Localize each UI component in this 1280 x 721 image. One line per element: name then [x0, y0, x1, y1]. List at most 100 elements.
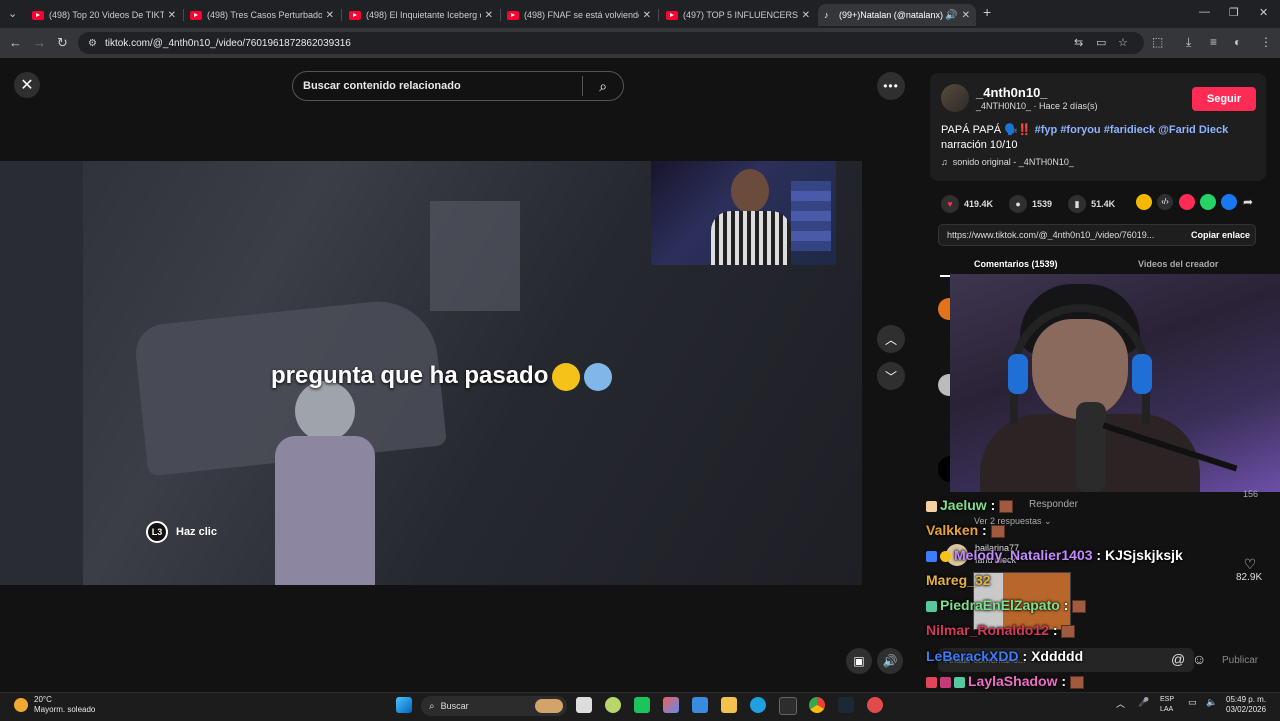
- author-username[interactable]: _4nth0n10_: [976, 85, 1048, 100]
- close-tab-icon[interactable]: ✕: [168, 10, 176, 21]
- media-icon[interactable]: ≡: [1210, 35, 1217, 49]
- comment-button[interactable]: ● 1539: [1009, 195, 1052, 213]
- minimize-icon[interactable]: —: [1199, 6, 1210, 18]
- follow-button[interactable]: Seguir: [1192, 87, 1256, 111]
- tab-creator-videos[interactable]: Videos del creador: [1138, 259, 1218, 269]
- bookmark-icon: ▮: [1068, 195, 1087, 213]
- store-icon[interactable]: [692, 697, 708, 713]
- chat-line: Jaeluw :: [926, 497, 1014, 513]
- browser-tab-3[interactable]: (498) El Inquietante Iceberg de ✕: [343, 4, 499, 26]
- close-video-button[interactable]: ✕: [14, 72, 40, 98]
- close-tab-icon[interactable]: ✕: [643, 10, 651, 21]
- comment-icon: ●: [1009, 195, 1028, 213]
- share-arrow-icon[interactable]: ➦: [1243, 194, 1259, 210]
- task-view-icon[interactable]: [576, 697, 592, 713]
- extensions-icon[interactable]: ⬚: [1152, 35, 1163, 49]
- copilot-icon[interactable]: [663, 697, 679, 713]
- chat-badge-icon: [926, 550, 937, 562]
- previous-video-button[interactable]: ︿: [877, 325, 905, 353]
- system-clock[interactable]: 05:49 p. m. 03/02/2026: [1226, 695, 1266, 715]
- mention-icon[interactable]: @: [1171, 651, 1185, 667]
- emote-icon: [1069, 675, 1084, 689]
- install-app-icon[interactable]: ▭: [1096, 36, 1106, 49]
- menu-kebab-icon[interactable]: ⋮: [1260, 35, 1272, 49]
- audio-icon[interactable]: 🔊: [945, 10, 957, 21]
- search-icon[interactable]: ⌕: [583, 78, 623, 95]
- new-tab-icon[interactable]: +: [983, 4, 991, 20]
- volume-button[interactable]: 🔊: [877, 648, 903, 674]
- control-hint: L3 Haz clic: [146, 521, 217, 543]
- language-indicator[interactable]: ESP LAA: [1160, 695, 1174, 715]
- chat-line: Mareg_32: [926, 572, 991, 588]
- emoji-picker-icon[interactable]: ☺: [1192, 651, 1206, 667]
- copy-link-button[interactable]: Copiar enlace: [1183, 230, 1250, 240]
- hashtag-link[interactable]: #faridieck: [1104, 124, 1155, 136]
- browser-tab-2[interactable]: (498) Tres Casos Perturbadores ✕: [184, 4, 340, 26]
- save-button[interactable]: ▮ 51.4K: [1068, 195, 1115, 213]
- emote-icon: [990, 524, 1005, 538]
- next-video-button[interactable]: ﹀: [877, 362, 905, 390]
- profile-icon[interactable]: ◐: [1234, 35, 1241, 49]
- hashtag-link[interactable]: #fyp: [1035, 124, 1058, 136]
- close-window-icon[interactable]: ✕: [1259, 6, 1268, 19]
- chat-badge-icon: [926, 600, 937, 612]
- hashtag-link[interactable]: #foryou: [1060, 124, 1100, 136]
- browser-tab-1[interactable]: (498) Top 20 Videos De TIKTOK ✕: [26, 4, 182, 26]
- avatar[interactable]: [941, 84, 969, 112]
- browser-tab-6-active[interactable]: ♪ (99+)Natalan (@natalanx) | 🔊 ✕: [818, 4, 976, 26]
- browser-tab-5[interactable]: (497) TOP 5 INFLUENCERS QU ✕: [660, 4, 816, 26]
- publish-button[interactable]: Publicar: [1222, 655, 1258, 666]
- like-button[interactable]: ♥ 419.4K: [941, 195, 993, 213]
- streamer-webcam-small: [651, 161, 836, 265]
- facebook-icon[interactable]: [1221, 194, 1237, 210]
- microphone-icon[interactable]: 🎤: [1138, 697, 1149, 708]
- related-search[interactable]: ⌕: [292, 71, 624, 101]
- like-comment-icon[interactable]: ♡: [1236, 556, 1264, 573]
- reload-icon[interactable]: ↻: [57, 35, 68, 51]
- reply-button[interactable]: Responder: [1029, 499, 1078, 510]
- tray-chevron-icon[interactable]: ︿: [1116, 697, 1125, 710]
- close-tab-icon[interactable]: ✕: [802, 10, 810, 21]
- translate-icon[interactable]: ⇆: [1074, 36, 1083, 49]
- steam-icon[interactable]: [838, 697, 854, 713]
- edge-icon[interactable]: [750, 697, 766, 713]
- network-icon[interactable]: ▭: [1188, 697, 1197, 708]
- video-caption: pregunta que ha pasado: [271, 362, 613, 391]
- tab-comments[interactable]: Comentarios (1539): [974, 259, 1058, 269]
- file-explorer-icon[interactable]: [721, 697, 737, 713]
- mention-link[interactable]: @Farid Dieck: [1158, 124, 1228, 136]
- download-icon[interactable]: ⤓: [1186, 35, 1191, 50]
- maximize-icon[interactable]: ❐: [1229, 6, 1239, 19]
- weather-widget[interactable]: 20°C Mayorm. soleado: [14, 695, 95, 715]
- app-icon[interactable]: [867, 697, 883, 713]
- whatsapp-icon[interactable]: [1200, 194, 1216, 210]
- close-tab-icon[interactable]: ✕: [485, 10, 493, 21]
- app-icon[interactable]: [634, 697, 650, 713]
- embed-icon[interactable]: ‹/›: [1157, 194, 1173, 210]
- more-options-button[interactable]: •••: [877, 72, 905, 100]
- close-tab-icon[interactable]: ✕: [962, 10, 970, 21]
- pip-button[interactable]: ▣: [846, 648, 872, 674]
- sound-link[interactable]: ♫ sonido original - _4NTH0N10_: [941, 157, 1074, 167]
- app-icon[interactable]: [605, 697, 621, 713]
- repost-icon[interactable]: [1136, 194, 1152, 210]
- windows-start-icon[interactable]: [396, 697, 412, 713]
- youtube-icon: [32, 10, 44, 20]
- youtube-icon: [666, 10, 678, 20]
- address-bar[interactable]: ⚙ tiktok.com/@_4nth0n10_/video/760196187…: [78, 32, 1144, 54]
- close-tab-icon[interactable]: ✕: [326, 10, 334, 21]
- forward-icon[interactable]: →: [33, 35, 46, 50]
- bookmark-star-icon[interactable]: ☆: [1118, 36, 1128, 49]
- back-icon[interactable]: ←: [9, 35, 22, 50]
- search-input[interactable]: [293, 79, 583, 93]
- site-info-icon[interactable]: ⚙: [88, 38, 97, 49]
- chrome-icon[interactable]: [809, 697, 825, 713]
- tab-search-chevron-icon[interactable]: ⌄: [8, 7, 17, 20]
- emote-icon: [1061, 624, 1076, 638]
- speaker-icon[interactable]: 🔈: [1206, 697, 1217, 708]
- app-icon[interactable]: [779, 697, 797, 715]
- browser-tab-4[interactable]: (498) FNAF se está volviendo R ✕: [501, 4, 657, 26]
- url-text: tiktok.com/@_4nth0n10_/video/76019618728…: [104, 37, 351, 49]
- send-icon[interactable]: [1179, 194, 1195, 210]
- taskbar-search[interactable]: ⌕ Buscar: [421, 696, 567, 716]
